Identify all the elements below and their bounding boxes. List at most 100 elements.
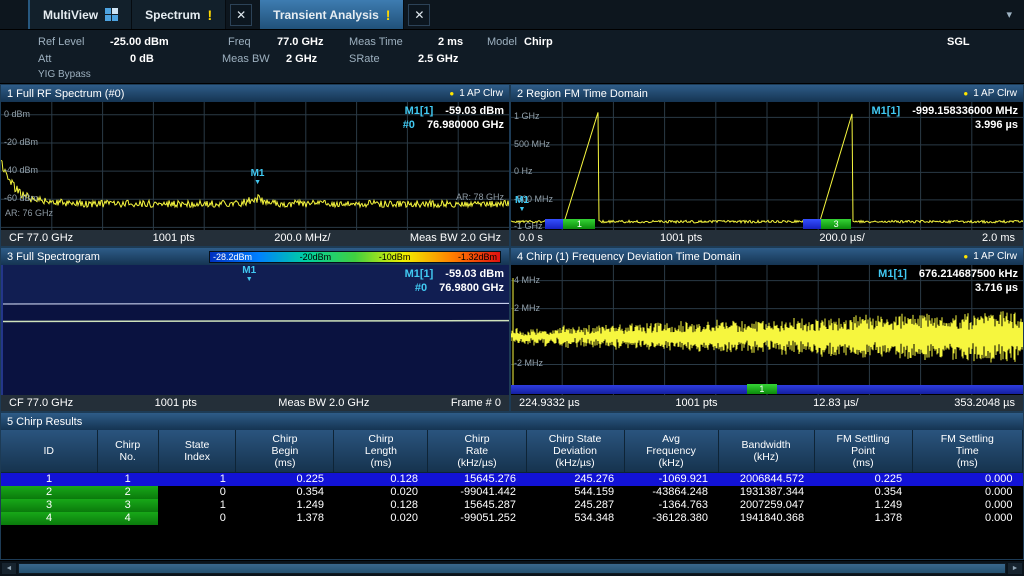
tab-spectrum[interactable]: Spectrum ! bbox=[132, 0, 226, 29]
table-cell: 4 bbox=[97, 512, 158, 525]
panel4-trace-label: ● 1 AP Clrw bbox=[963, 251, 1017, 262]
column-header-5[interactable]: Chirp Rate (kHz/µs) bbox=[428, 430, 526, 473]
table-cell: -43864.248 bbox=[624, 486, 718, 499]
scale-max-label: -1.32dBm bbox=[458, 252, 497, 262]
table-cell: 0.128 bbox=[334, 499, 428, 512]
panel-full-rf-spectrum[interactable]: 1 Full RF Spectrum (#0) ● 1 AP Clrw 0 dB… bbox=[0, 84, 510, 247]
tab-multiview[interactable]: MultiView bbox=[30, 0, 132, 29]
trace-color-dot-icon: ● bbox=[449, 89, 454, 98]
scroll-left-icon[interactable]: ◄ bbox=[2, 563, 16, 574]
table-row[interactable]: 2200.3540.020-99041.442544.159-43864.248… bbox=[1, 486, 1023, 499]
close-icon[interactable]: ✕ bbox=[408, 4, 430, 26]
table-cell: 1 bbox=[158, 473, 236, 487]
trace-color-dot-icon: ● bbox=[963, 89, 968, 98]
column-header-1[interactable]: Chirp No. bbox=[97, 430, 158, 473]
table-cell: -1364.763 bbox=[624, 499, 718, 512]
table-cell: 3 bbox=[97, 499, 158, 512]
region-marker-3[interactable]: 3 bbox=[821, 219, 852, 229]
att-label: Att bbox=[38, 53, 51, 65]
footer-stop: 353.2048 µs bbox=[954, 397, 1015, 409]
srate-value[interactable]: 2.5 GHz bbox=[418, 53, 458, 65]
warning-icon: ! bbox=[386, 7, 391, 23]
meas-bw-label: Meas BW bbox=[222, 53, 270, 65]
tab-multiview-label: MultiView bbox=[43, 8, 98, 22]
marker-m1[interactable]: M1 ▼ bbox=[242, 266, 256, 284]
panel-full-spectrogram[interactable]: 3 Full Spectrogram -28.2dBm -20dBm -10dB… bbox=[0, 247, 510, 412]
scroll-right-icon[interactable]: ► bbox=[1008, 563, 1022, 574]
meas-bw-value[interactable]: 2 GHz bbox=[286, 53, 317, 65]
table-cell: 0.128 bbox=[334, 473, 428, 487]
region-marker-1[interactable]: 1 bbox=[747, 384, 778, 394]
table-cell: 2 bbox=[1, 486, 97, 499]
spectrogram-color-scale[interactable]: -28.2dBm -20dBm -10dBm -1.32dBm bbox=[209, 251, 501, 263]
meas-time-value[interactable]: 2 ms bbox=[438, 36, 463, 48]
scrollbar-thumb[interactable] bbox=[19, 564, 1005, 573]
marker-m1[interactable]: M1 ▼ bbox=[251, 169, 265, 187]
marker-m1-label: M1 bbox=[242, 266, 256, 275]
table-cell: 1 bbox=[158, 499, 236, 512]
footer-points: 1001 pts bbox=[153, 232, 195, 244]
panel2-chart[interactable]: 1 GHz 500 MHz 0 Hz -500 MHz -1 GHz M1[1]… bbox=[511, 102, 1023, 230]
panel-region-fm-time-domain[interactable]: 2 Region FM Time Domain ● 1 AP Clrw 1 GH… bbox=[510, 84, 1024, 247]
tab-transient-analysis[interactable]: Transient Analysis ! bbox=[260, 0, 404, 29]
marker-value: -999.158336000 MHz bbox=[912, 104, 1018, 118]
table-cell: -36128.380 bbox=[624, 512, 718, 525]
panel3-footer: CF 77.0 GHz 1001 pts Meas BW 2.0 GHz Fra… bbox=[1, 395, 509, 411]
panel4-title: 4 Chirp (1) Frequency Deviation Time Dom… bbox=[517, 251, 741, 263]
marker-readout: M1[1]-59.03 dBm #076.980000 GHz bbox=[403, 104, 504, 132]
tab-bar-accent bbox=[0, 0, 30, 29]
column-header-2[interactable]: State Index bbox=[158, 430, 236, 473]
table-cell: 0.354 bbox=[236, 486, 334, 499]
region-marker-1[interactable]: 1 bbox=[563, 219, 595, 229]
tab-transient-analysis-label: Transient Analysis bbox=[273, 8, 379, 22]
tab-spectrum-label: Spectrum bbox=[145, 8, 200, 22]
table-row[interactable]: 4401.3780.020-99051.252534.348-36128.380… bbox=[1, 512, 1023, 525]
panel1-header: 1 Full RF Spectrum (#0) ● 1 AP Clrw bbox=[1, 85, 509, 102]
horizontal-scrollbar[interactable]: ◄ ► bbox=[0, 560, 1024, 576]
column-header-3[interactable]: Chirp Begin (ms) bbox=[236, 430, 334, 473]
chevron-down-icon[interactable]: ▾ bbox=[994, 0, 1024, 29]
column-header-9[interactable]: FM Settling Point (ms) bbox=[814, 430, 912, 473]
panel3-chart[interactable]: M1[1]-59.03 dBm #076.9800 GHz M1 ▼ bbox=[1, 265, 509, 395]
table-row[interactable]: 1110.2250.12815645.276245.276-1069.92120… bbox=[1, 473, 1023, 487]
scrollbar-track[interactable] bbox=[18, 563, 1006, 574]
table-cell: 1 bbox=[1, 473, 97, 487]
footer-measbw: Meas BW 2.0 GHz bbox=[278, 397, 369, 409]
results-header: 5 Chirp Results bbox=[1, 413, 1023, 430]
ref-level-value[interactable]: -25.00 dBm bbox=[110, 36, 169, 48]
column-header-8[interactable]: Bandwidth (kHz) bbox=[718, 430, 814, 473]
freq-value[interactable]: 77.0 GHz bbox=[277, 36, 323, 48]
model-value[interactable]: Chirp bbox=[524, 36, 553, 48]
footer-per-div: 12.83 µs/ bbox=[813, 397, 858, 409]
panel1-chart[interactable]: 0 dBm -20 dBm -40 dBm -60 dBm M1[1]-59.0… bbox=[1, 102, 509, 230]
analysis-region-left: AR: 76 GHz bbox=[5, 208, 53, 218]
column-header-4[interactable]: Chirp Length (ms) bbox=[334, 430, 428, 473]
footer-points: 1001 pts bbox=[675, 397, 717, 409]
trace-mode-label: 1 AP Clrw bbox=[973, 88, 1017, 99]
table-cell: 0 bbox=[158, 486, 236, 499]
panel-chirp-frequency-deviation[interactable]: 4 Chirp (1) Frequency Deviation Time Dom… bbox=[510, 247, 1024, 412]
warning-icon: ! bbox=[207, 7, 212, 23]
column-header-7[interactable]: Avg Frequency (kHz) bbox=[624, 430, 718, 473]
panel4-chart[interactable]: 4 MHz 2 MHz -2 MHz -4 MHz M1[1]676.21468… bbox=[511, 265, 1023, 395]
column-header-0[interactable]: ID bbox=[1, 430, 97, 473]
table-row[interactable]: 3311.2490.12815645.287245.287-1364.76320… bbox=[1, 499, 1023, 512]
table-cell: 0.225 bbox=[814, 473, 912, 487]
panel2-title: 2 Region FM Time Domain bbox=[517, 88, 648, 100]
meas-time-label: Meas Time bbox=[349, 36, 403, 48]
table-cell: -1069.921 bbox=[624, 473, 718, 487]
table-cell: 0 bbox=[158, 512, 236, 525]
att-value[interactable]: 0 dB bbox=[130, 53, 154, 65]
table-cell: 0.000 bbox=[912, 512, 1022, 525]
close-icon[interactable]: ✕ bbox=[230, 4, 252, 26]
panel2-footer: 0.0 s 1001 pts 200.0 µs/ 2.0 ms bbox=[511, 230, 1023, 246]
table-cell: -99051.252 bbox=[428, 512, 526, 525]
table-cell: 1.249 bbox=[236, 499, 334, 512]
table-cell: 0.020 bbox=[334, 512, 428, 525]
column-header-6[interactable]: Chirp State Deviation (kHz/µs) bbox=[526, 430, 624, 473]
footer-cf: CF 77.0 GHz bbox=[9, 397, 73, 409]
marker-m1[interactable]: M1 ▼ bbox=[515, 196, 529, 214]
marker-frequency: 76.980000 GHz bbox=[427, 118, 504, 132]
column-header-10[interactable]: FM Settling Time (ms) bbox=[912, 430, 1022, 473]
scale-label: -20dBm bbox=[300, 252, 332, 262]
